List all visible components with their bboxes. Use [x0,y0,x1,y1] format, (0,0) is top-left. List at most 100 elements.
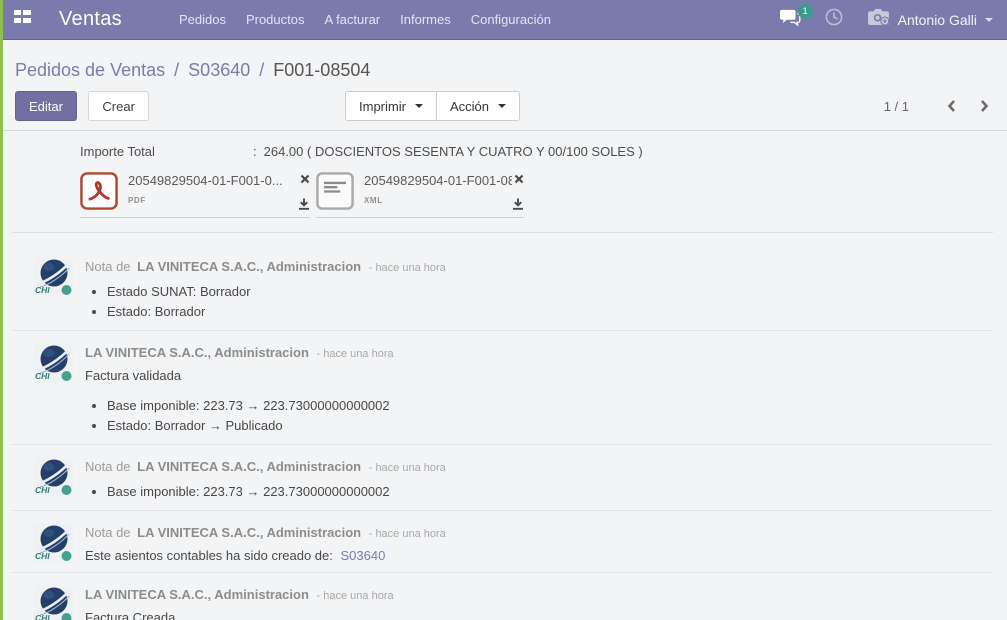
message-prefix: Nota de [85,259,131,274]
message-author: LA VINITECA S.A.C., Administracion [137,459,361,474]
company-avatar: CHI [33,343,73,383]
app-window: Ventas Pedidos Productos A facturar Info… [0,0,1007,620]
delete-attachment-button[interactable] [300,174,310,184]
message-header: Nota de LA VINITECA S.A.C., Administraci… [85,258,446,277]
activity-button[interactable] [825,8,843,31]
navbar-left: Ventas Pedidos Productos A facturar Info… [0,8,554,31]
attachment-filename-link[interactable]: 20549829504-01-F001-0... [128,173,298,188]
message-header: LA VINITECA S.A.C., Administracion - hac… [85,586,394,605]
svg-text:CHI: CHI [35,551,50,561]
message-header: Nota de LA VINITECA S.A.C., Administraci… [85,458,446,477]
message-timestamp: - hace una hora [369,528,446,540]
breadcrumb-separator: / [170,60,183,80]
company-avatar: CHI [33,257,73,297]
chevron-down-icon [498,104,506,108]
action-label: Acción [450,99,489,114]
message-timestamp: - hace una hora [317,590,394,602]
message-body: Este asientos contables ha sido creado d… [85,547,446,564]
print-label: Imprimir [359,99,406,114]
message-item: CHI LA VINITECA S.A.C., Administracion -… [12,573,993,620]
menu-item-pedidos[interactable]: Pedidos [176,8,229,31]
order-link[interactable]: S03640 [341,548,386,563]
chevron-down-icon [985,18,993,22]
message-header: Nota de LA VINITECA S.A.C., Administraci… [85,524,446,543]
message-item: CHI LA VINITECA S.A.C., Administracion -… [12,331,993,445]
svg-text:CHI: CHI [35,613,50,620]
download-attachment-button[interactable] [512,198,524,210]
delete-attachment-button[interactable] [514,174,524,184]
messages-button[interactable]: 1 [779,9,801,31]
message-content: Nota de LA VINITECA S.A.C., Administraci… [85,523,446,564]
tracking-value: Base imponible: 223.73 → 223.73000000000… [107,396,394,416]
attachment-type-label: PDF [128,196,298,205]
message-content: LA VINITECA S.A.C., Administracion - hac… [85,343,394,436]
message-item: CHI Nota de LA VINITECA S.A.C., Administ… [12,511,993,573]
attachment-actions [512,172,524,210]
message-content: Nota de LA VINITECA S.A.C., Administraci… [85,257,446,322]
edit-button[interactable]: Editar [15,91,77,121]
message-item: CHI Nota de LA VINITECA S.A.C., Administ… [12,233,993,331]
message-item: CHI Nota de LA VINITECA S.A.C., Administ… [12,445,993,511]
tracking-values-list: Base imponible: 223.73 → 223.73000000000… [85,396,394,436]
message-feed: CHI Nota de LA VINITECA S.A.C., Administ… [12,232,993,620]
app-title[interactable]: Ventas [59,8,122,31]
message-prefix: Nota de [85,459,131,474]
chevron-down-icon [415,104,423,108]
message-timestamp: - hace una hora [369,262,446,274]
tracking-value: Base imponible: 223.73 → 223.73000000000… [107,482,446,502]
company-avatar: CHI [33,523,73,563]
message-content: Nota de LA VINITECA S.A.C., Administraci… [85,457,446,502]
attachment-filename-link[interactable]: 20549829504-01-F001-0850 [364,173,512,188]
attachment-card-pdf: 20549829504-01-F001-0... PDF [80,172,310,218]
tracking-values-list: Estado SUNAT: Borrador Estado: Borrador [85,282,446,322]
main-menu: Pedidos Productos A facturar Informes Co… [176,8,554,31]
pager-count: 1 / 1 [884,99,909,114]
message-prefix: Nota de [85,525,131,540]
breadcrumb-order-s03640[interactable]: S03640 [188,60,250,80]
create-button[interactable]: Crear [88,91,149,121]
print-dropdown-button[interactable]: Imprimir [345,91,437,121]
svg-text:CHI: CHI [35,485,50,495]
camera-plus-icon [867,8,890,31]
message-timestamp: - hace una hora [317,348,394,360]
breadcrumb-sales-orders[interactable]: Pedidos de Ventas [15,60,165,80]
form-header: Pedidos de Ventas / S03640 / F001-08504 … [0,40,1007,131]
message-body: Factura Creada [85,609,394,620]
attachment-info: 20549829504-01-F001-0850 XML [364,172,512,210]
menu-item-a-facturar[interactable]: A facturar [322,8,384,31]
attachment-card-xml: 20549829504-01-F001-0850 XML [316,172,524,218]
pager-next-button[interactable] [976,97,993,115]
company-avatar: CHI [33,457,73,497]
message-author: LA VINITECA S.A.C., Administracion [85,587,309,602]
breadcrumb-current-invoice: F001-08504 [273,60,370,80]
pager-previous-button[interactable] [943,97,960,115]
total-amount-colon: : [253,144,257,160]
message-body: Factura validada [85,367,394,384]
action-dropdowns: Imprimir Acción [345,91,520,121]
svg-text:CHI: CHI [35,285,50,295]
user-name: Antonio Galli [898,12,977,28]
clock-icon [825,8,843,31]
tracking-value: Estado SUNAT: Borrador [107,282,446,302]
apps-menu-button[interactable] [0,10,31,29]
message-content: LA VINITECA S.A.C., Administracion - hac… [85,585,394,620]
action-dropdown-button[interactable]: Acción [436,91,520,121]
message-header: LA VINITECA S.A.C., Administracion - hac… [85,344,394,363]
attachment-type-label: XML [364,196,512,205]
user-menu[interactable]: Antonio Galli [867,8,993,31]
menu-item-configuracion[interactable]: Configuración [468,8,554,31]
menu-item-informes[interactable]: Informes [397,8,454,31]
message-author: LA VINITECA S.A.C., Administracion [137,259,361,274]
record-pager: 1 / 1 [884,91,993,121]
download-attachment-button[interactable] [298,198,310,210]
message-timestamp: - hace una hora [369,462,446,474]
control-panel: Editar Crear Imprimir Acción 1 / 1 [0,91,1007,121]
tracking-value: Estado: Borrador → Publicado [107,416,394,436]
message-body-text: Este asientos contables ha sido creado d… [85,548,333,563]
tracking-value: Estado: Borrador [107,302,446,322]
menu-item-productos[interactable]: Productos [243,8,308,31]
company-avatar: CHI [33,585,73,620]
breadcrumb-separator: / [255,60,268,80]
xml-file-icon [316,172,354,210]
total-amount-row: Importe Total : 264.00 ( DOSCIENTOS SESE… [80,144,992,160]
